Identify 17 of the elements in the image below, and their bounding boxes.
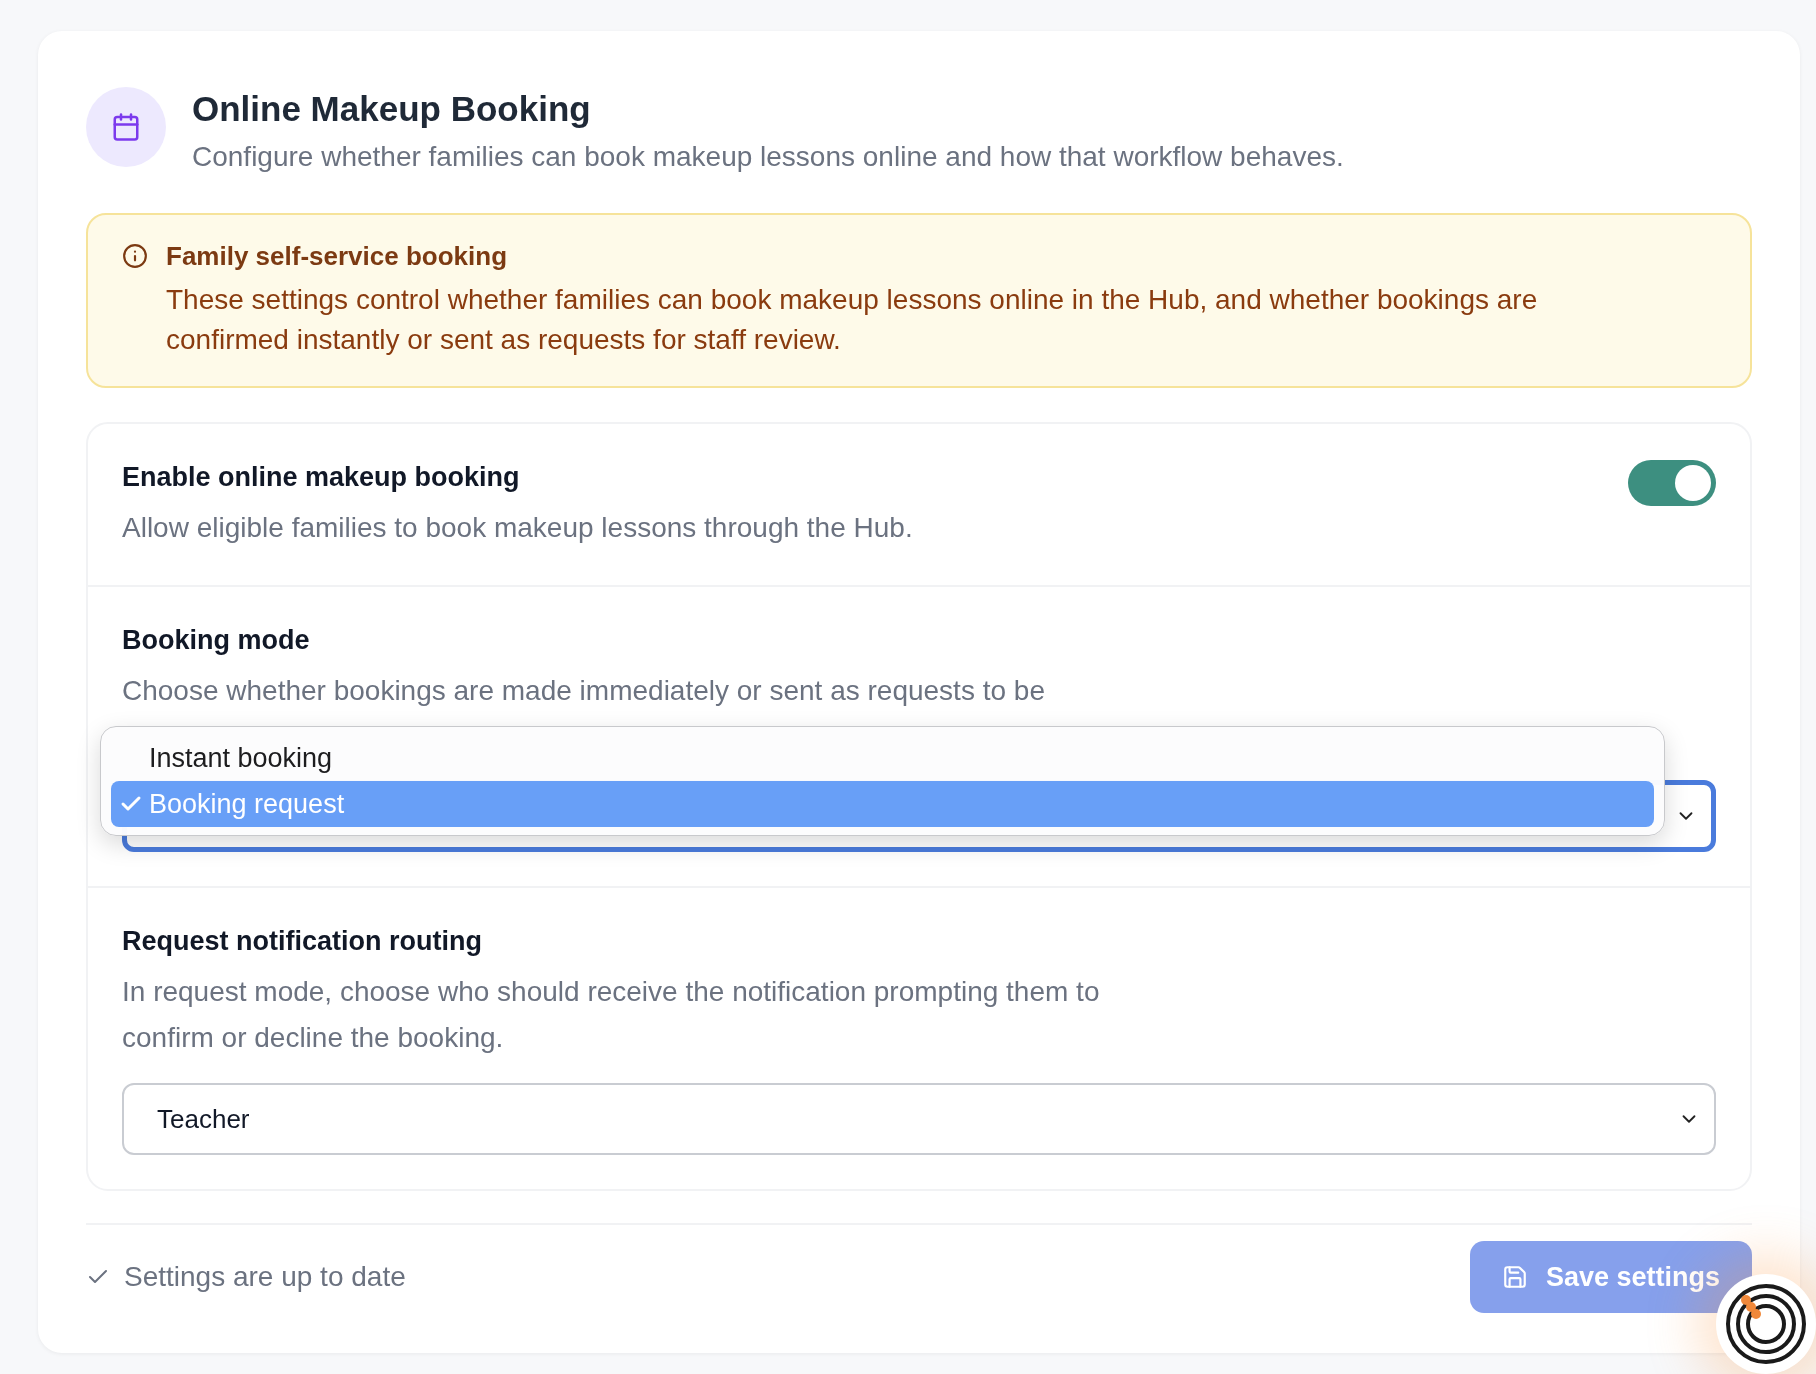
select-field[interactable]: Teacher <box>122 1083 1716 1155</box>
setting-label: Enable online makeup booking <box>122 462 521 493</box>
rings-icon <box>1724 1282 1808 1366</box>
page-subtitle: Configure whether families can book makeup lessons online and how that workflow behaves. <box>192 141 1344 173</box>
setting-description: Allow eligible families to book makeup lessons through the Hub. <box>122 511 913 545</box>
save-icon <box>1501 1264 1528 1290</box>
info-icon <box>122 243 148 269</box>
setting-label: Booking mode <box>122 625 311 656</box>
toggle-switch[interactable] <box>1628 460 1716 506</box>
notice-text: These settings control whether families can book makeup lessons online in the Hub, and whether bookings are confirmed instantly or sent as requests for staff review. <box>166 283 1539 357</box>
notice-title: Family self-service booking <box>166 241 508 272</box>
status-text: Settings are up to date <box>124 1261 406 1293</box>
page-title: Online Makeup Booking <box>192 89 592 129</box>
setting-description: In request mode, choose who should receive the notification prompting them to confirm or decline the booking. <box>122 975 1101 1055</box>
setting-description: Choose whether bookings are made immediately or sent as requests to be <box>122 674 1045 708</box>
setting-label: Request notification routing <box>122 926 483 957</box>
dropdown-option[interactable]: Instant booking <box>111 735 1654 781</box>
